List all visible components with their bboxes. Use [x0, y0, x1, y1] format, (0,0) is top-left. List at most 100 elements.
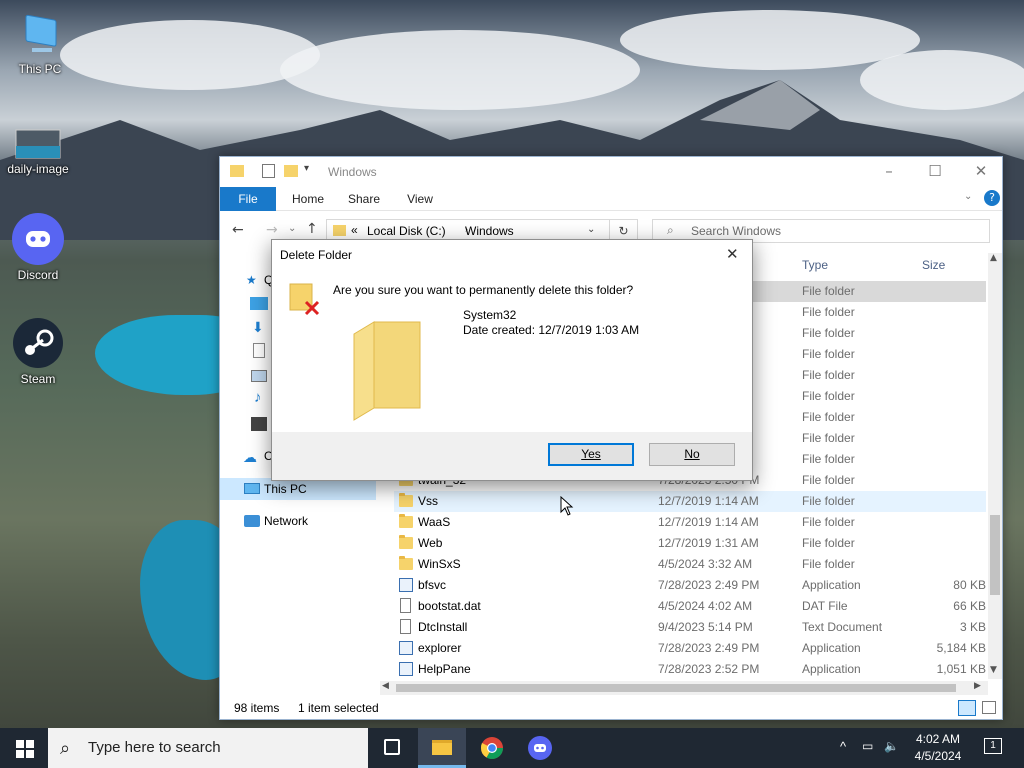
- table-row[interactable]: HelpPane 7/28/2023 2:52 PM Application 1,05…: [394, 659, 986, 680]
- new-folder-icon[interactable]: [284, 165, 298, 177]
- help-icon[interactable]: ?: [984, 190, 1000, 206]
- document-icon: [400, 619, 411, 634]
- scrollbar-thumb[interactable]: [396, 684, 956, 692]
- back-button[interactable]: ←: [232, 222, 244, 238]
- nav-network[interactable]: Network: [220, 510, 376, 532]
- large-icons-view-icon[interactable]: [982, 701, 996, 714]
- cell-type: File folder: [802, 347, 855, 361]
- properties-icon[interactable]: [262, 164, 275, 178]
- nav-this-pc[interactable]: This PC: [220, 478, 376, 500]
- yes-button[interactable]: Yes: [548, 443, 634, 466]
- pictures-icon[interactable]: [251, 370, 267, 382]
- scrollbar-thumb[interactable]: [990, 515, 1000, 595]
- folder-icon: [399, 556, 413, 570]
- scroll-left-icon[interactable]: ◀: [382, 681, 389, 691]
- no-button[interactable]: No: [649, 443, 735, 466]
- table-row[interactable]: explorer 7/28/2023 2:49 PM Application 5,18…: [394, 638, 986, 659]
- desktop-icon-label: daily-image: [7, 162, 69, 176]
- cell-type: File folder: [802, 557, 855, 571]
- breadcrumb-local-disk[interactable]: Local Disk (C:): [367, 224, 446, 238]
- music-icon[interactable]: ♪: [254, 389, 262, 406]
- discord-icon: [12, 213, 64, 265]
- taskbar-search-box[interactable]: ⌕ Type here to search: [48, 728, 368, 768]
- table-row[interactable]: DtcInstall 9/4/2023 5:14 PM Text Document 3…: [394, 617, 986, 638]
- cell-type: File folder: [802, 305, 855, 319]
- search-icon: ⌕: [60, 738, 71, 758]
- tab-home[interactable]: Home: [288, 187, 328, 211]
- task-view-icon[interactable]: [384, 739, 400, 755]
- horizontal-scrollbar[interactable]: ◀ ▶: [380, 681, 988, 695]
- table-row[interactable]: Vss 12/7/2019 1:14 AM File folder: [394, 491, 986, 512]
- videos-icon[interactable]: [251, 417, 267, 431]
- discord-taskbar-icon[interactable]: [528, 736, 552, 760]
- address-dropdown-icon[interactable]: ⌄: [587, 224, 595, 235]
- scroll-right-icon[interactable]: ▶: [974, 681, 981, 691]
- folder-name: System32: [463, 308, 517, 322]
- cell-date: 7/28/2023 2:49 PM: [658, 641, 760, 655]
- column-header-type[interactable]: Type: [802, 253, 828, 277]
- folder-icon: [333, 225, 346, 236]
- documents-icon[interactable]: [253, 343, 265, 358]
- customize-toolbar-icon[interactable]: ▾: [304, 163, 309, 174]
- downloads-icon[interactable]: ⬇: [252, 319, 264, 336]
- desktop-icon-this-pc[interactable]: This PC: [2, 12, 78, 76]
- desktop-icon-discord[interactable]: Discord: [0, 212, 76, 282]
- table-row[interactable]: WinSxS 4/5/2024 3:32 AM File folder: [394, 554, 986, 575]
- forward-button[interactable]: →: [266, 222, 278, 238]
- cell-type: File folder: [802, 389, 855, 403]
- desktop-icon[interactable]: [250, 297, 268, 310]
- maximize-button[interactable]: ☐: [912, 157, 958, 187]
- dialog-close-button[interactable]: ✕: [726, 240, 739, 270]
- chrome-icon[interactable]: [480, 736, 504, 760]
- desktop-icon-steam[interactable]: Steam: [0, 316, 76, 386]
- scroll-up-icon[interactable]: ▲: [990, 253, 997, 263]
- cell-type: File folder: [802, 536, 855, 550]
- desktop-icon-daily-image[interactable]: daily-image: [0, 128, 76, 176]
- expand-ribbon-icon[interactable]: ⌄: [964, 191, 972, 202]
- title-bar[interactable]: ▾ Windows – ☐ ✕: [220, 157, 1002, 187]
- close-button[interactable]: ✕: [958, 157, 1004, 187]
- application-icon: [399, 641, 413, 655]
- table-row[interactable]: bfsvc 7/28/2023 2:49 PM Application 80 KB: [394, 575, 986, 596]
- table-row[interactable]: bootstat.dat 4/5/2024 4:02 AM DAT File 66 K…: [394, 596, 986, 617]
- minimize-button[interactable]: –: [866, 157, 912, 187]
- scroll-down-icon[interactable]: ▼: [990, 665, 997, 675]
- desktop-icon-label: Discord: [17, 268, 59, 282]
- taskbar-file-explorer[interactable]: [418, 728, 466, 768]
- cell-date: 7/28/2023 2:49 PM: [658, 578, 760, 592]
- cell-size: 3 KB: [959, 620, 986, 634]
- vertical-scrollbar[interactable]: ▲ ▼: [988, 253, 1002, 679]
- folder-date-created: Date created: 12/7/2019 1:03 AM: [463, 323, 640, 337]
- start-windows-icon[interactable]: [16, 740, 34, 758]
- tab-view[interactable]: View: [402, 187, 438, 211]
- computer-icon: [25, 14, 57, 52]
- desktop-icon-label: Steam: [20, 372, 56, 386]
- tab-file[interactable]: File: [220, 187, 276, 211]
- table-row[interactable]: WaaS 12/7/2019 1:14 AM File folder: [394, 512, 986, 533]
- cell-name: WinSxS: [418, 557, 461, 571]
- clock-time[interactable]: 4:02 AM: [914, 732, 962, 746]
- show-hidden-icons-icon[interactable]: ^: [840, 739, 846, 754]
- details-view-icon[interactable]: [958, 700, 976, 716]
- recent-locations-button[interactable]: ⌄: [288, 223, 296, 234]
- desktop-icon-label: This PC: [18, 62, 62, 76]
- notification-center-icon[interactable]: 1: [984, 738, 1002, 754]
- cell-name: WaaS: [418, 515, 451, 529]
- cell-date: 12/7/2019 1:14 AM: [658, 494, 759, 508]
- delete-folder-warning-icon: [289, 283, 320, 316]
- address-chevrons[interactable]: «: [351, 223, 358, 237]
- volume-muted-icon[interactable]: 🔈: [884, 739, 899, 753]
- tab-share[interactable]: Share: [344, 187, 384, 211]
- clock-date[interactable]: 4/5/2024: [910, 749, 966, 763]
- breadcrumb-windows[interactable]: Windows: [465, 224, 514, 238]
- search-placeholder: Search Windows: [691, 224, 782, 238]
- ribbon-tabs: File Home Share View ⌄ ?: [220, 187, 1002, 211]
- cell-type: Application: [802, 662, 861, 676]
- cell-name: explorer: [418, 641, 462, 655]
- network-status-icon[interactable]: ▭: [862, 739, 873, 753]
- dialog-title-bar[interactable]: Delete Folder ✕: [272, 240, 752, 270]
- up-button[interactable]: ↑: [306, 221, 318, 237]
- cell-date: 7/28/2023 2:52 PM: [658, 662, 760, 676]
- table-row[interactable]: Web 12/7/2019 1:31 AM File folder: [394, 533, 986, 554]
- column-header-size[interactable]: Size: [922, 253, 945, 277]
